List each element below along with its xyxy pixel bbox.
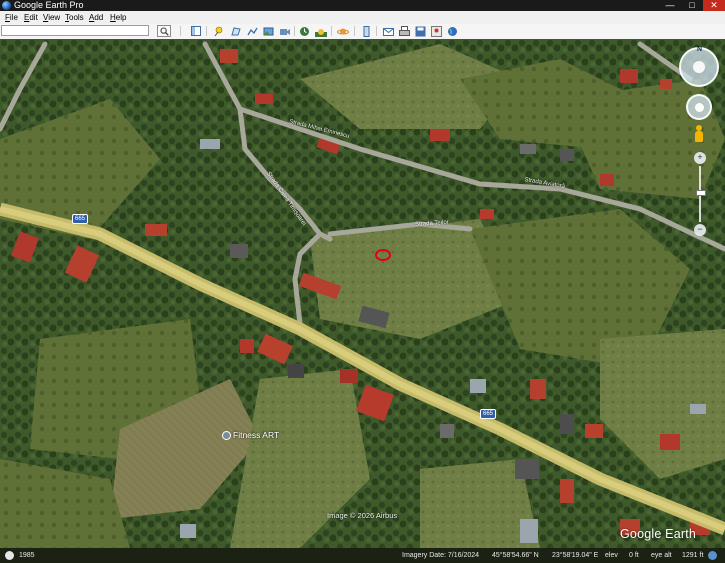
add-image-overlay-button[interactable] xyxy=(262,25,275,37)
history-year: 1985 xyxy=(19,552,35,559)
eye-alt-value: 1291 ft xyxy=(682,552,704,559)
menu-file[interactable]: File xyxy=(5,11,18,24)
toolbar-separator xyxy=(180,26,181,36)
poi-pin-icon xyxy=(222,430,231,440)
menu-help[interactable]: Help xyxy=(110,11,126,24)
zoom-out-button[interactable]: − xyxy=(694,224,706,236)
tour-icon xyxy=(280,28,290,35)
compass-control[interactable]: N xyxy=(679,46,719,87)
save-image-icon xyxy=(415,26,426,36)
add-polygon-button[interactable] xyxy=(229,25,242,37)
envelope-icon xyxy=(383,27,394,36)
satellite-imagery xyxy=(0,39,725,548)
window-title: Google Earth Pro xyxy=(14,0,84,10)
sun-icon xyxy=(314,28,327,37)
printer-icon xyxy=(399,25,410,36)
zoom-slider[interactable]: + − xyxy=(694,152,706,236)
toolbar-separator xyxy=(206,26,207,36)
planet-icon xyxy=(336,28,349,34)
minimize-button[interactable]: — xyxy=(659,0,681,11)
search-input[interactable] xyxy=(1,25,149,36)
magnifier-icon xyxy=(159,26,169,36)
search-button[interactable] xyxy=(157,25,171,37)
add-placemark-button[interactable] xyxy=(212,25,225,37)
status-bar: 1985 Imagery Date: 7/16/2024 45°58'54.66… xyxy=(0,548,725,563)
poi-label: Fitness ART xyxy=(233,430,280,440)
menu-tools[interactable]: Tools xyxy=(65,11,84,24)
ruler-button[interactable] xyxy=(360,25,373,37)
polygon-icon xyxy=(231,26,241,35)
street-view-pegman-icon[interactable] xyxy=(694,125,703,143)
window-controls: — □ ✕ xyxy=(659,0,725,11)
toolbar-separator xyxy=(294,26,295,36)
compass-center[interactable] xyxy=(693,61,705,73)
view-in-google-maps-button[interactable] xyxy=(430,25,443,37)
switch-to-sky-button[interactable] xyxy=(336,25,349,37)
look-joystick[interactable] xyxy=(686,94,712,120)
elevation-label: elev xyxy=(605,552,618,559)
imagery-credit: Image © 2026 Airbus xyxy=(327,511,398,520)
map-viewport[interactable]: Strada Mihai Eminescu Strada Calea Timiș… xyxy=(0,39,725,548)
google-earth-logo: Google Earth xyxy=(620,527,697,541)
north-indicator: N xyxy=(697,46,703,53)
close-button[interactable]: ✕ xyxy=(703,0,725,11)
elevation-value: 0 ft xyxy=(629,552,639,559)
earth-gallery-button[interactable] xyxy=(446,25,459,37)
latitude: 45°58'54.66" N xyxy=(492,552,539,559)
look-joystick-handle[interactable] xyxy=(695,103,704,112)
title-bar: Google Earth Pro — □ ✕ xyxy=(0,0,725,11)
maximize-button[interactable]: □ xyxy=(681,0,703,11)
maps-icon xyxy=(431,25,442,37)
longitude: 23°58'19.04" E xyxy=(552,552,599,559)
toolbar-separator xyxy=(354,26,355,36)
ruler-icon xyxy=(363,25,370,37)
menu-edit[interactable]: Edit xyxy=(24,11,38,24)
sidebar-icon xyxy=(190,26,201,36)
historical-imagery-button[interactable] xyxy=(298,25,311,37)
pushpin-icon xyxy=(214,26,223,36)
imagery-date: Imagery Date: 7/16/2024 xyxy=(402,552,480,559)
add-path-button[interactable] xyxy=(246,25,259,37)
record-tour-button[interactable] xyxy=(278,25,291,37)
route-shield: 665 xyxy=(72,214,89,224)
email-button[interactable] xyxy=(382,25,395,37)
zoom-thumb[interactable] xyxy=(696,190,706,196)
globe-icon xyxy=(448,26,457,36)
sunlight-button[interactable] xyxy=(314,25,327,37)
save-image-button[interactable] xyxy=(414,25,427,37)
poi-fitness[interactable]: Fitness ART xyxy=(222,430,279,440)
path-icon xyxy=(247,27,258,35)
menu-add[interactable]: Add xyxy=(89,11,103,24)
menu-view[interactable]: View xyxy=(43,11,60,24)
sidebar-toggle-button[interactable] xyxy=(189,25,202,37)
toolbar-separator xyxy=(376,26,377,36)
toolbar xyxy=(0,24,725,40)
route-shield: 665 xyxy=(480,409,497,419)
print-button[interactable] xyxy=(398,25,411,37)
streaming-status-icon xyxy=(708,551,717,560)
clock-icon xyxy=(300,26,309,36)
image-overlay-icon xyxy=(263,27,274,35)
historical-imagery-icon[interactable] xyxy=(5,551,14,560)
toolbar-separator xyxy=(331,26,332,36)
eye-alt-label: eye alt xyxy=(651,552,672,559)
zoom-in-button[interactable]: + xyxy=(694,152,706,164)
menu-bar: File Edit View Tools Add Help xyxy=(0,11,725,25)
google-earth-app-icon xyxy=(2,1,11,10)
